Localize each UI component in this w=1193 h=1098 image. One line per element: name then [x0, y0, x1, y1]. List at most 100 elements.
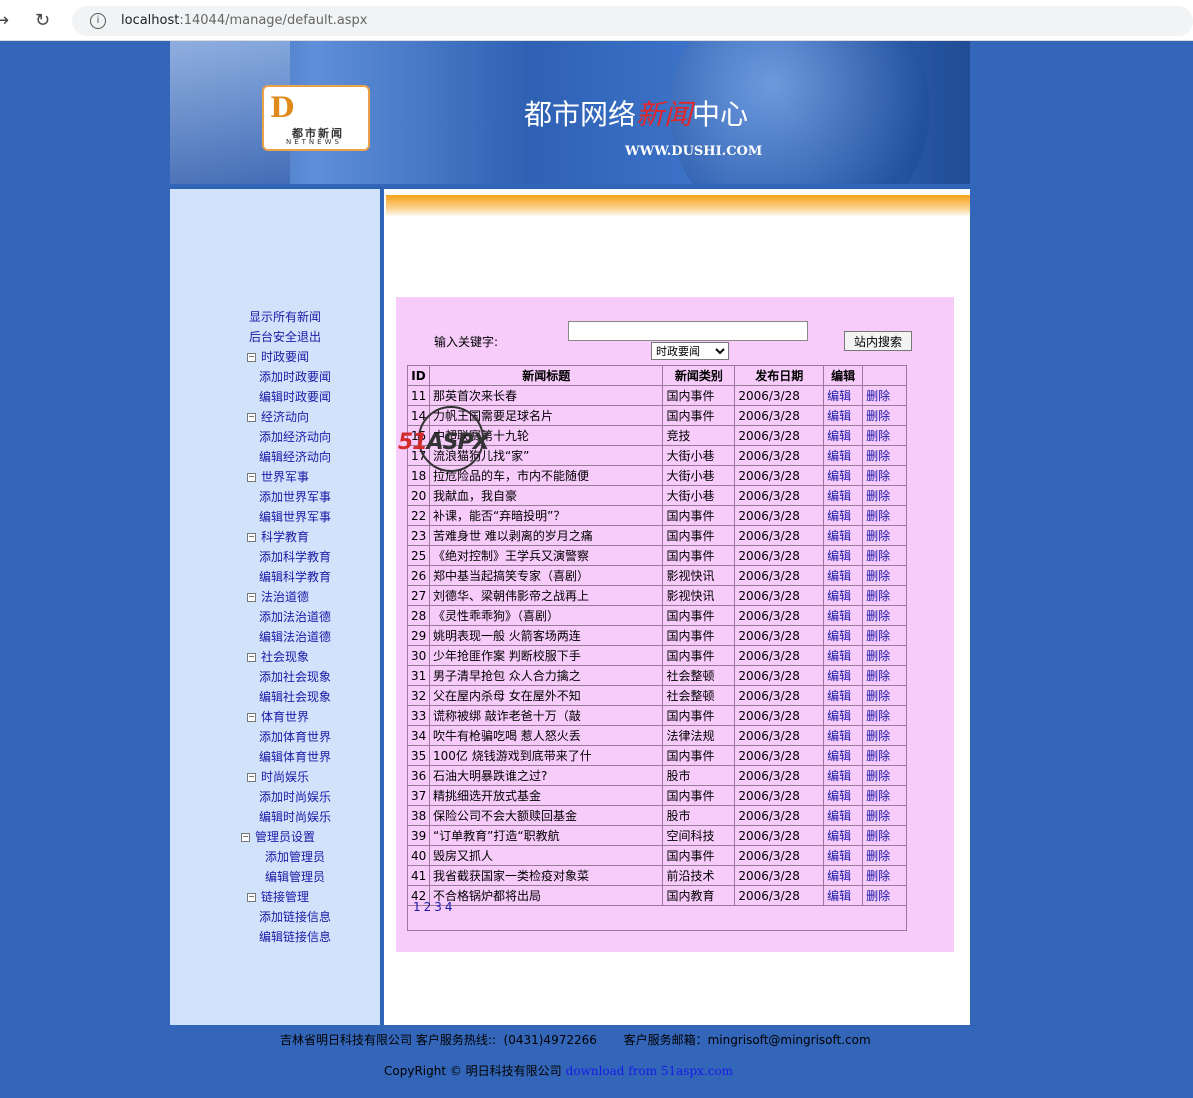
reload-icon[interactable]: ↻: [35, 10, 50, 31]
sidebar-item[interactable]: 编辑世界军事: [170, 507, 380, 527]
delete-link[interactable]: 删除: [862, 845, 907, 866]
delete-link[interactable]: 删除: [862, 805, 907, 826]
edit-link[interactable]: 编辑: [823, 445, 864, 466]
sidebar-item[interactable]: 编辑链接信息: [170, 927, 380, 947]
keyword-input[interactable]: [568, 321, 808, 341]
sidebar-item[interactable]: 添加体育世界: [170, 727, 380, 747]
page-link[interactable]: 3: [434, 900, 442, 914]
category-select[interactable]: 时政要闻: [651, 342, 729, 360]
edit-link[interactable]: 编辑: [823, 845, 864, 866]
collapse-icon[interactable]: −: [247, 413, 256, 422]
sidebar-item[interactable]: − 社会现象: [170, 647, 380, 667]
sidebar-item[interactable]: 编辑管理员: [170, 867, 380, 887]
delete-link[interactable]: 删除: [862, 445, 907, 466]
sidebar-item[interactable]: 添加时政要闻: [170, 367, 380, 387]
sidebar-item[interactable]: − 经济动向: [170, 407, 380, 427]
sidebar-item[interactable]: 添加社会现象: [170, 667, 380, 687]
delete-link[interactable]: 删除: [862, 545, 907, 566]
delete-link[interactable]: 删除: [862, 705, 907, 726]
delete-link[interactable]: 删除: [862, 785, 907, 806]
sidebar-item[interactable]: − 管理员设置: [170, 827, 380, 847]
edit-link[interactable]: 编辑: [823, 825, 864, 846]
delete-link[interactable]: 删除: [862, 505, 907, 526]
delete-link[interactable]: 删除: [862, 405, 907, 426]
page-link[interactable]: 1: [413, 900, 421, 914]
sidebar-item[interactable]: 编辑体育世界: [170, 747, 380, 767]
page-link[interactable]: 2: [424, 900, 432, 914]
sidebar-item[interactable]: 后台安全退出: [170, 327, 380, 347]
delete-link[interactable]: 删除: [862, 605, 907, 626]
sidebar-item[interactable]: − 时政要闻: [170, 347, 380, 367]
delete-link[interactable]: 删除: [862, 625, 907, 646]
sidebar-item[interactable]: 编辑科学教育: [170, 567, 380, 587]
collapse-icon[interactable]: −: [247, 353, 256, 362]
sidebar-item[interactable]: − 链接管理: [170, 887, 380, 907]
sidebar-item[interactable]: 编辑时政要闻: [170, 387, 380, 407]
sidebar-item[interactable]: − 科学教育: [170, 527, 380, 547]
delete-link[interactable]: 删除: [862, 725, 907, 746]
edit-link[interactable]: 编辑: [823, 645, 864, 666]
sidebar-item[interactable]: − 体育世界: [170, 707, 380, 727]
site-search-button[interactable]: 站内搜索: [844, 331, 912, 351]
sidebar-item[interactable]: 显示所有新闻: [170, 307, 380, 327]
sidebar-item[interactable]: − 法治道德: [170, 587, 380, 607]
edit-link[interactable]: 编辑: [823, 745, 864, 766]
edit-link[interactable]: 编辑: [823, 625, 864, 646]
download-link[interactable]: download from 51aspx.com: [566, 1064, 733, 1078]
sidebar-item[interactable]: 添加经济动向: [170, 427, 380, 447]
edit-link[interactable]: 编辑: [823, 505, 864, 526]
edit-link[interactable]: 编辑: [823, 545, 864, 566]
collapse-icon[interactable]: −: [247, 473, 256, 482]
sidebar-item[interactable]: 添加时尚娱乐: [170, 787, 380, 807]
collapse-icon[interactable]: −: [247, 893, 256, 902]
info-icon[interactable]: i: [90, 13, 106, 29]
edit-link[interactable]: 编辑: [823, 865, 864, 886]
edit-link[interactable]: 编辑: [823, 425, 864, 446]
sidebar-item[interactable]: 编辑法治道德: [170, 627, 380, 647]
collapse-icon[interactable]: −: [247, 773, 256, 782]
edit-link[interactable]: 编辑: [823, 405, 864, 426]
delete-link[interactable]: 删除: [862, 425, 907, 446]
delete-link[interactable]: 删除: [862, 645, 907, 666]
edit-link[interactable]: 编辑: [823, 765, 864, 786]
delete-link[interactable]: 删除: [862, 865, 907, 886]
collapse-icon[interactable]: −: [241, 833, 250, 842]
edit-link[interactable]: 编辑: [823, 585, 864, 606]
edit-link[interactable]: 编辑: [823, 785, 864, 806]
collapse-icon[interactable]: −: [247, 593, 256, 602]
delete-link[interactable]: 删除: [862, 525, 907, 546]
sidebar-item[interactable]: 添加管理员: [170, 847, 380, 867]
edit-link[interactable]: 编辑: [823, 725, 864, 746]
sidebar-item[interactable]: 添加法治道德: [170, 607, 380, 627]
sidebar-item[interactable]: 编辑时尚娱乐: [170, 807, 380, 827]
edit-link[interactable]: 编辑: [823, 685, 864, 706]
edit-link[interactable]: 编辑: [823, 465, 864, 486]
delete-link[interactable]: 删除: [862, 585, 907, 606]
edit-link[interactable]: 编辑: [823, 705, 864, 726]
sidebar-item[interactable]: 添加链接信息: [170, 907, 380, 927]
edit-link[interactable]: 编辑: [823, 565, 864, 586]
collapse-icon[interactable]: −: [247, 653, 256, 662]
sidebar-item[interactable]: − 时尚娱乐: [170, 767, 380, 787]
delete-link[interactable]: 删除: [862, 665, 907, 686]
sidebar-item[interactable]: 编辑社会现象: [170, 687, 380, 707]
page-link[interactable]: 4: [445, 900, 453, 914]
url-text[interactable]: localhost:14044/manage/default.aspx: [121, 13, 368, 28]
edit-link[interactable]: 编辑: [823, 525, 864, 546]
delete-link[interactable]: 删除: [862, 385, 907, 406]
edit-link[interactable]: 编辑: [823, 665, 864, 686]
sidebar-item[interactable]: 编辑经济动向: [170, 447, 380, 467]
edit-link[interactable]: 编辑: [823, 805, 864, 826]
delete-link[interactable]: 删除: [862, 745, 907, 766]
collapse-icon[interactable]: −: [247, 533, 256, 542]
sidebar-item[interactable]: 添加世界军事: [170, 487, 380, 507]
sidebar-item[interactable]: − 世界军事: [170, 467, 380, 487]
sidebar-item[interactable]: 添加科学教育: [170, 547, 380, 567]
edit-link[interactable]: 编辑: [823, 605, 864, 626]
delete-link[interactable]: 删除: [862, 465, 907, 486]
delete-link[interactable]: 删除: [862, 825, 907, 846]
edit-link[interactable]: 编辑: [823, 385, 864, 406]
edit-link[interactable]: 编辑: [823, 485, 864, 506]
back-icon[interactable]: →: [0, 10, 9, 31]
collapse-icon[interactable]: −: [247, 713, 256, 722]
